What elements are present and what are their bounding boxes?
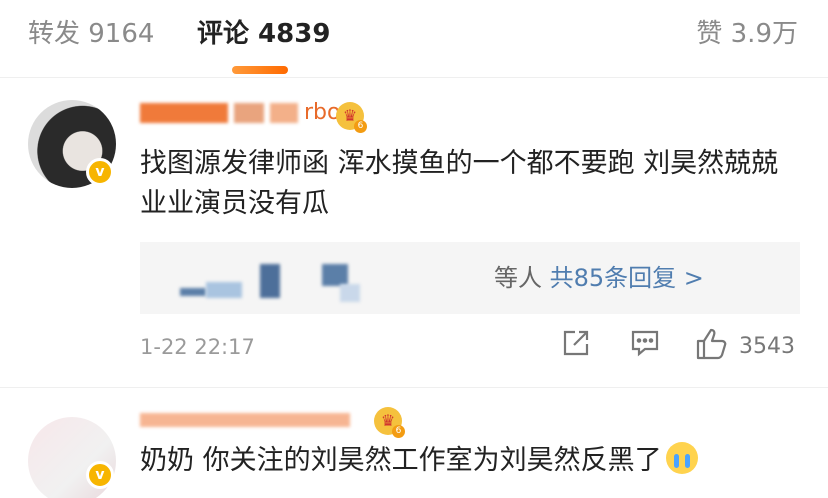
comment-tabs: 转发 9164 评论 4839 赞 3.9万 [0, 0, 828, 78]
tab-comments[interactable]: 评论 4839 [197, 14, 330, 54]
share-icon [563, 330, 589, 356]
verified-badge-icon: v [86, 461, 114, 489]
comment-text-body: 奶奶 你关注的刘昊然工作室为刘昊然反黑了 [140, 445, 662, 476]
crown-icon: ♛ 6 [374, 407, 405, 438]
comment-item: v rbo ♛ 6 找图源发律师函 浑水摸鱼的一个都不要跑 刘昊然兢兢业业演员没有… [0, 78, 828, 388]
redacted-avatar [180, 288, 206, 296]
like-button[interactable] [696, 328, 730, 360]
username-redacted [140, 103, 228, 123]
comment-item: v ♛ 6 奶奶 你关注的刘昊然工作室为刘昊然反黑了 [0, 389, 828, 498]
username-text: rbo [304, 100, 341, 125]
comment-icon [631, 330, 659, 357]
timestamp: 1-22 22:17 [140, 335, 255, 359]
comment-text: 找图源发律师函 浑水摸鱼的一个都不要跑 刘昊然兢兢业业演员没有瓜 [140, 148, 779, 219]
redacted-avatar [206, 282, 242, 298]
crown-level: 6 [392, 425, 405, 438]
tab-repost[interactable]: 转发 9164 [28, 14, 154, 54]
thumbs-up-icon [696, 328, 727, 360]
redacted-avatar [322, 264, 348, 286]
redacted-avatar [340, 284, 360, 302]
crown-icon: ♛ 6 [336, 102, 367, 133]
verified-badge-icon: v [86, 158, 114, 186]
crying-emoji-icon [665, 442, 698, 474]
username-redacted [234, 103, 264, 123]
username-redacted [140, 413, 350, 427]
crown-level: 6 [354, 120, 367, 133]
replies-prefix: 等人 [494, 264, 542, 292]
comment-text: 奶奶 你关注的刘昊然工作室为刘昊然反黑了 [140, 441, 698, 481]
replies-preview[interactable]: 等人 共85条回复 > [140, 242, 800, 314]
reply-button[interactable] [630, 328, 660, 358]
active-tab-indicator [232, 66, 288, 74]
redacted-avatar [260, 264, 280, 298]
share-button[interactable] [561, 328, 591, 358]
username[interactable] [140, 405, 356, 435]
view-replies-link[interactable]: 共85条回复 > [550, 264, 704, 292]
username-redacted [270, 103, 298, 123]
username[interactable]: rbo [140, 98, 340, 128]
tab-likes[interactable]: 赞 3.9万 [696, 14, 798, 54]
like-count: 3543 [739, 334, 795, 359]
replies-summary: 等人 共85条回复 > [494, 258, 704, 298]
